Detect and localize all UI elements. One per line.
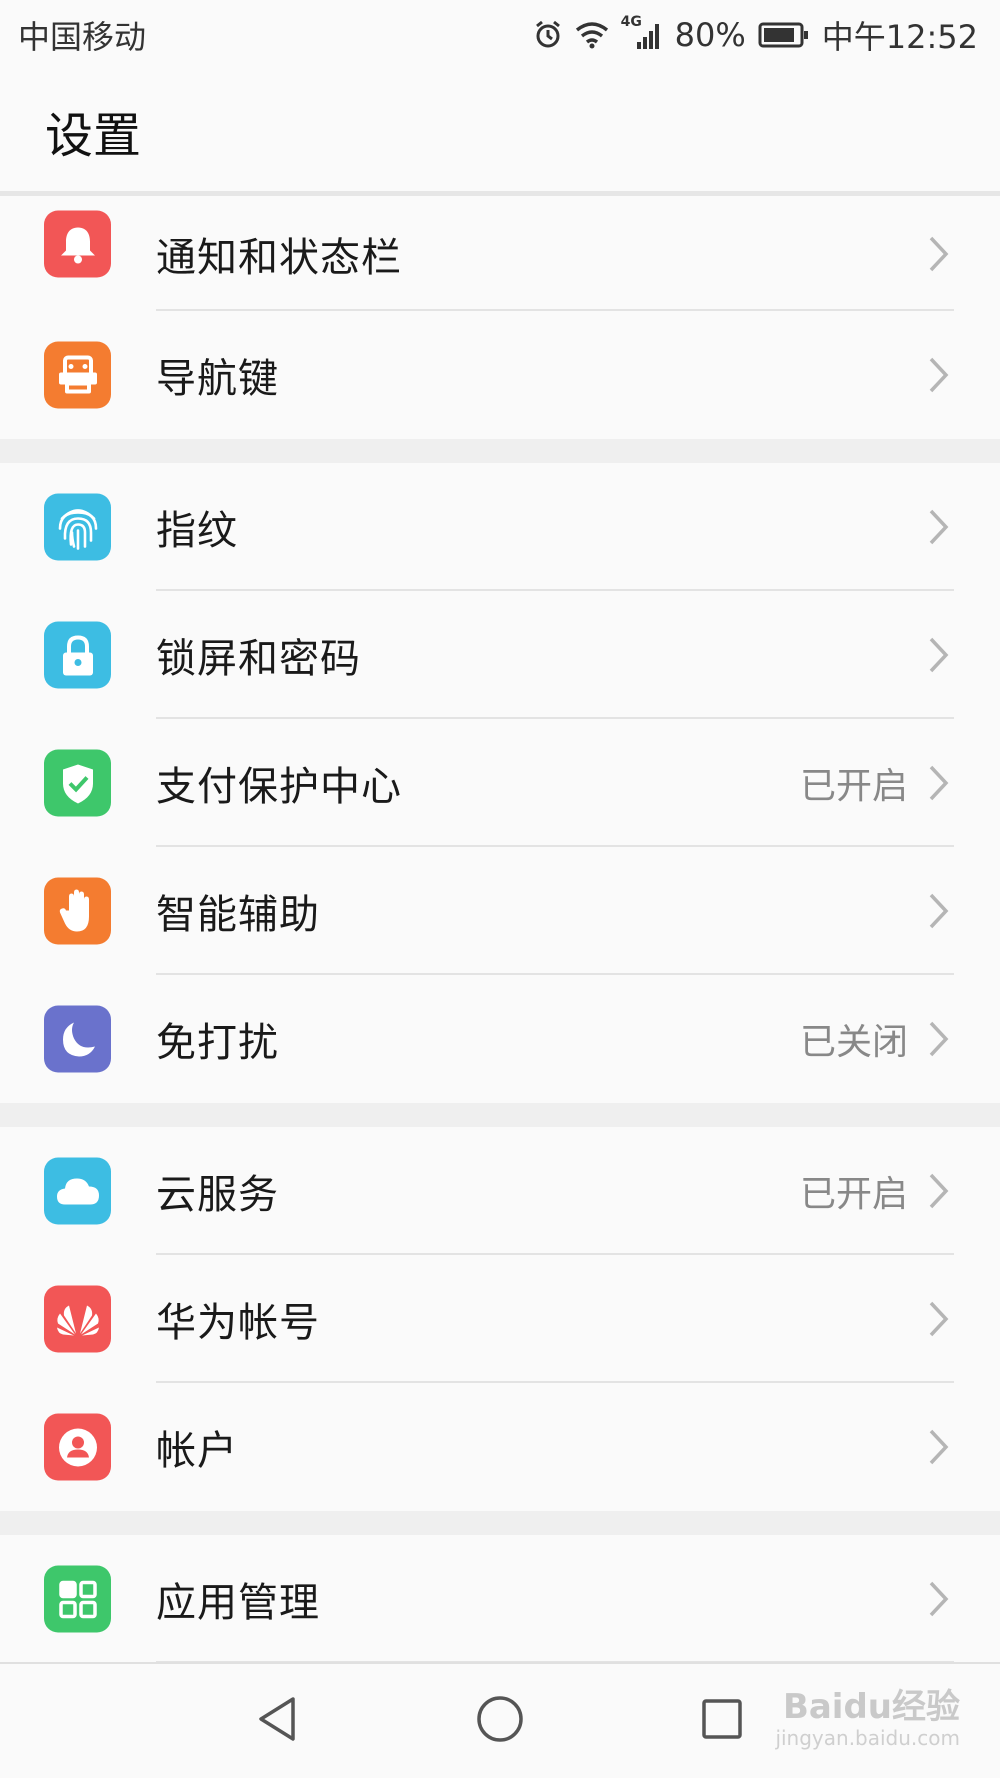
watermark-url: jingyan.baidu.com <box>775 1726 960 1750</box>
settings-item-label: 支付保护中心 <box>156 764 402 810</box>
settings-item-fingerprint[interactable]: 指纹 <box>0 463 1000 591</box>
cellular-signal-icon: 4G <box>621 14 663 50</box>
moon-icon <box>44 1005 111 1073</box>
hand-icon <box>44 877 111 945</box>
section-gap <box>0 1511 1000 1535</box>
settings-item-huawei-id[interactable]: 华为帐号 <box>0 1255 1000 1383</box>
chevron-right-icon <box>929 509 949 545</box>
app-header: 设置 <box>0 70 1000 196</box>
watermark-text: Baidu经验 <box>782 1687 960 1727</box>
settings-item-label: 智能辅助 <box>156 892 320 938</box>
settings-group-apps: 应用管理 <box>0 1535 1000 1662</box>
navigation-key-icon <box>44 341 111 409</box>
settings-item-accounts[interactable]: 帐户 <box>0 1383 1000 1511</box>
recents-button[interactable] <box>700 1697 744 1745</box>
chevron-right-icon <box>929 765 949 801</box>
back-triangle-icon <box>259 1697 295 1741</box>
settings-item-lock-screen[interactable]: 锁屏和密码 <box>0 591 1000 719</box>
settings-item-notifications[interactable]: 通知和状态栏 <box>0 196 1000 311</box>
settings-item-payment-protection[interactable]: 支付保护中心 已开启 <box>0 719 1000 847</box>
bell-icon <box>44 210 111 278</box>
settings-item-label: 华为帐号 <box>156 1300 320 1346</box>
status-bar: 中国移动 4G 80% 中午12:52 <box>0 0 1000 70</box>
status-value: 已关闭 <box>799 1022 908 1063</box>
wifi-icon <box>575 21 609 49</box>
settings-item-do-not-disturb[interactable]: 免打扰 已关闭 <box>0 975 1000 1103</box>
settings-group-accounts: 云服务 已开启 华为帐号 帐户 <box>0 1127 1000 1511</box>
home-circle-icon <box>477 1696 523 1742</box>
settings-item-navigation-keys[interactable]: 导航键 <box>0 311 1000 439</box>
settings-item-label: 导航键 <box>156 356 279 402</box>
carrier-label: 中国移动 <box>18 18 147 56</box>
battery-percentage: 80% <box>674 16 746 54</box>
status-indicators: 4G 80% 中午12:52 <box>533 12 978 58</box>
chevron-right-icon <box>929 1173 949 1209</box>
chevron-right-icon <box>929 357 949 393</box>
huawei-logo-icon <box>44 1285 111 1353</box>
cloud-icon <box>44 1157 111 1225</box>
network-type-label: 4G <box>620 14 642 30</box>
settings-item-app-management[interactable]: 应用管理 <box>0 1535 1000 1662</box>
fingerprint-icon <box>44 493 111 561</box>
section-gap <box>0 439 1000 463</box>
section-gap <box>0 1103 1000 1127</box>
battery-icon <box>758 21 810 49</box>
settings-item-label: 云服务 <box>156 1172 279 1218</box>
settings-item-cloud[interactable]: 云服务 已开启 <box>0 1127 1000 1255</box>
watermark: Baidu经验 jingyan.baidu.com <box>775 1690 960 1748</box>
settings-item-label: 锁屏和密码 <box>156 636 361 682</box>
chevron-right-icon <box>929 1021 949 1057</box>
status-value: 已开启 <box>799 1174 908 1215</box>
settings-item-smart-assistance[interactable]: 智能辅助 <box>0 847 1000 975</box>
chevron-right-icon <box>929 1301 949 1337</box>
clock: 中午12:52 <box>821 18 978 56</box>
back-button[interactable] <box>255 1695 299 1747</box>
chevron-right-icon <box>929 236 949 271</box>
chevron-right-icon <box>929 893 949 929</box>
settings-item-label: 帐户 <box>156 1428 238 1474</box>
settings-group-display: 通知和状态栏 导航键 <box>0 196 1000 439</box>
home-button[interactable] <box>475 1694 525 1748</box>
page-title: 设置 <box>45 107 142 164</box>
alarm-icon <box>533 20 563 50</box>
settings-item-label: 通知和状态栏 <box>156 234 402 281</box>
account-icon <box>44 1413 111 1481</box>
recents-square-icon <box>702 1699 742 1739</box>
shield-check-icon <box>44 749 111 817</box>
settings-item-label: 应用管理 <box>156 1580 320 1626</box>
lock-icon <box>44 621 111 689</box>
settings-screen: 中国移动 4G 80% 中午12:52 设置 通知和状态栏 导航键 指纹 锁屏和… <box>0 0 1000 1778</box>
settings-group-security: 指纹 锁屏和密码 支付保护中心 已开启 智能辅助 免打扰 已关闭 <box>0 463 1000 1103</box>
settings-item-label: 免打扰 <box>156 1020 279 1066</box>
settings-list[interactable]: 通知和状态栏 导航键 指纹 锁屏和密码 支付保护中心 已开启 智能辅助 免打扰 … <box>0 196 1000 1662</box>
chevron-right-icon <box>929 1581 949 1617</box>
chevron-right-icon <box>929 637 949 673</box>
apps-grid-icon <box>44 1565 111 1633</box>
status-value: 已开启 <box>799 766 908 807</box>
chevron-right-icon <box>929 1429 949 1465</box>
settings-item-label: 指纹 <box>156 508 238 554</box>
